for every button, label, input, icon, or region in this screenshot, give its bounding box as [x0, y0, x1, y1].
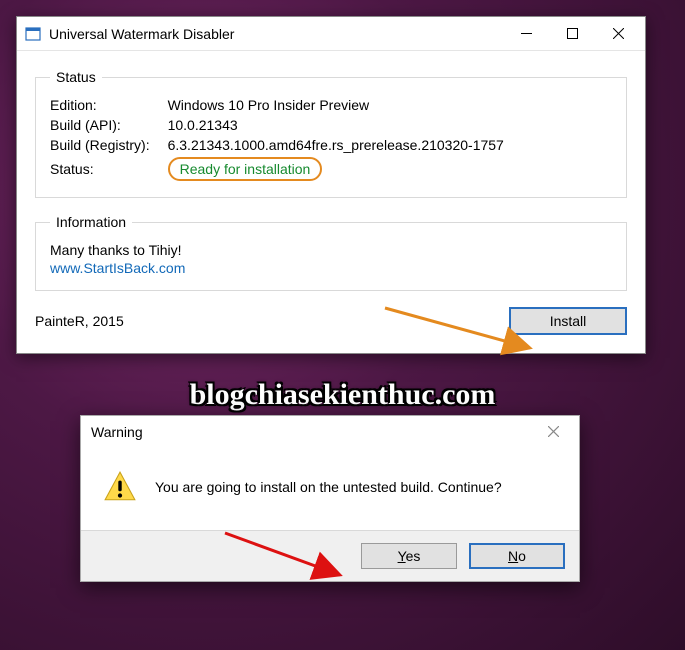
- dialog-message: You are going to install on the untested…: [155, 479, 502, 495]
- dialog-title: Warning: [91, 424, 533, 440]
- status-table: Edition: Windows 10 Pro Insider Preview …: [50, 95, 504, 183]
- install-button[interactable]: Install: [509, 307, 627, 335]
- status-value-cell: Ready for installation: [168, 155, 504, 183]
- no-button[interactable]: No: [469, 543, 565, 569]
- titlebar: Universal Watermark Disabler: [17, 17, 645, 51]
- window-body: Status Edition: Windows 10 Pro Insider P…: [17, 51, 645, 353]
- maximize-button[interactable]: [549, 18, 595, 50]
- credit-text: PainteR, 2015: [35, 313, 124, 329]
- no-button-label: No: [508, 548, 526, 564]
- build-api-value: 10.0.21343: [168, 115, 504, 135]
- status-value: Ready for installation: [180, 161, 311, 177]
- edition-key: Edition:: [50, 95, 168, 115]
- install-button-label: Install: [550, 313, 587, 329]
- warning-dialog: Warning You are going to install on the …: [80, 415, 580, 582]
- information-group: Information Many thanks to Tihiy! www.St…: [35, 214, 627, 291]
- edition-value: Windows 10 Pro Insider Preview: [168, 95, 504, 115]
- app-icon: [25, 26, 41, 42]
- watermark-overlay: blogchiasekienthuc.com: [0, 378, 685, 412]
- build-api-key: Build (API):: [50, 115, 168, 135]
- yes-button[interactable]: Yes: [361, 543, 457, 569]
- row-edition: Edition: Windows 10 Pro Insider Preview: [50, 95, 504, 115]
- dialog-close-button[interactable]: [533, 424, 573, 440]
- window-title: Universal Watermark Disabler: [49, 26, 503, 42]
- yes-button-label: Yes: [398, 548, 421, 564]
- row-build-api: Build (API): 10.0.21343: [50, 115, 504, 135]
- main-window: Universal Watermark Disabler Status Edit…: [16, 16, 646, 354]
- status-legend: Status: [50, 69, 102, 85]
- status-highlight: Ready for installation: [168, 157, 323, 181]
- information-legend: Information: [50, 214, 132, 230]
- startisback-link[interactable]: www.StartIsBack.com: [50, 260, 185, 276]
- dialog-button-row: Yes No: [81, 530, 579, 581]
- minimize-button[interactable]: [503, 18, 549, 50]
- footer-row: PainteR, 2015 Install: [35, 307, 627, 335]
- thanks-text: Many thanks to Tihiy!: [50, 242, 612, 258]
- row-status: Status: Ready for installation: [50, 155, 504, 183]
- status-group: Status Edition: Windows 10 Pro Insider P…: [35, 69, 627, 198]
- build-registry-key: Build (Registry):: [50, 135, 168, 155]
- build-registry-value: 6.3.21343.1000.amd64fre.rs_prerelease.21…: [168, 135, 504, 155]
- warning-icon: [103, 470, 137, 504]
- dialog-body: You are going to install on the untested…: [81, 448, 579, 530]
- status-key: Status:: [50, 155, 168, 183]
- dialog-titlebar: Warning: [81, 416, 579, 448]
- row-build-registry: Build (Registry): 6.3.21343.1000.amd64fr…: [50, 135, 504, 155]
- close-button[interactable]: [595, 18, 641, 50]
